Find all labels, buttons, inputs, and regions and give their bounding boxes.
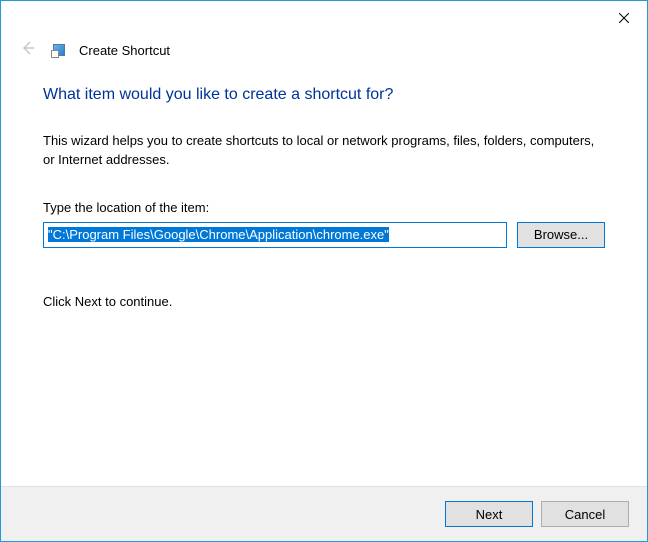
input-row: "C:\Program Files\Google\Chrome\Applicat… (43, 222, 605, 248)
wizard-title: Create Shortcut (79, 43, 170, 58)
cancel-button[interactable]: Cancel (541, 501, 629, 527)
back-arrow-icon (19, 39, 37, 62)
location-input-value: "C:\Program Files\Google\Chrome\Applicat… (48, 227, 389, 242)
close-button[interactable] (601, 3, 647, 33)
next-button[interactable]: Next (445, 501, 533, 527)
content-area: What item would you like to create a sho… (1, 68, 647, 486)
wizard-header: Create Shortcut (1, 33, 647, 68)
shortcut-icon (51, 44, 65, 58)
continue-text: Click Next to continue. (43, 294, 605, 309)
footer: Next Cancel (1, 486, 647, 541)
location-input[interactable]: "C:\Program Files\Google\Chrome\Applicat… (43, 222, 507, 248)
main-heading: What item would you like to create a sho… (43, 86, 605, 104)
wizard-description: This wizard helps you to create shortcut… (43, 132, 605, 170)
titlebar (1, 1, 647, 33)
close-icon (619, 13, 629, 23)
browse-button[interactable]: Browse... (517, 222, 605, 248)
location-label: Type the location of the item: (43, 200, 605, 215)
